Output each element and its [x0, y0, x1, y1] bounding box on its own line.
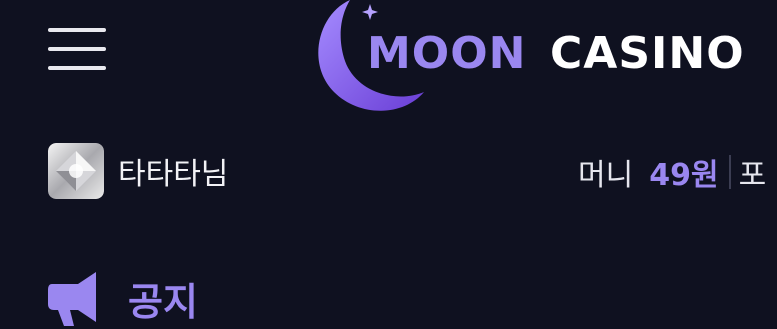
user-info: 타타타님 — [48, 142, 228, 200]
balance-divider — [728, 155, 731, 189]
notice-section[interactable]: 공지 — [48, 268, 198, 328]
hamburger-menu-button[interactable] — [48, 28, 106, 72]
money-label: 머니 — [578, 158, 634, 193]
balance-info: 머니 49원 포 — [578, 150, 766, 194]
logo-text-moon: MOON — [367, 28, 527, 79]
menu-bar — [48, 28, 106, 32]
megaphone-icon — [48, 272, 96, 326]
money-value: 49원 — [649, 158, 719, 193]
menu-bar — [48, 47, 106, 51]
silver-gem-icon — [48, 143, 104, 199]
username: 타타타님 — [118, 157, 229, 192]
site-logo[interactable]: MOON CASINO — [312, 0, 777, 115]
point-label: 포 — [738, 158, 767, 193]
notice-title: 공지 — [128, 279, 198, 324]
logo-text-casino: CASINO — [550, 28, 745, 79]
menu-bar — [48, 66, 106, 70]
